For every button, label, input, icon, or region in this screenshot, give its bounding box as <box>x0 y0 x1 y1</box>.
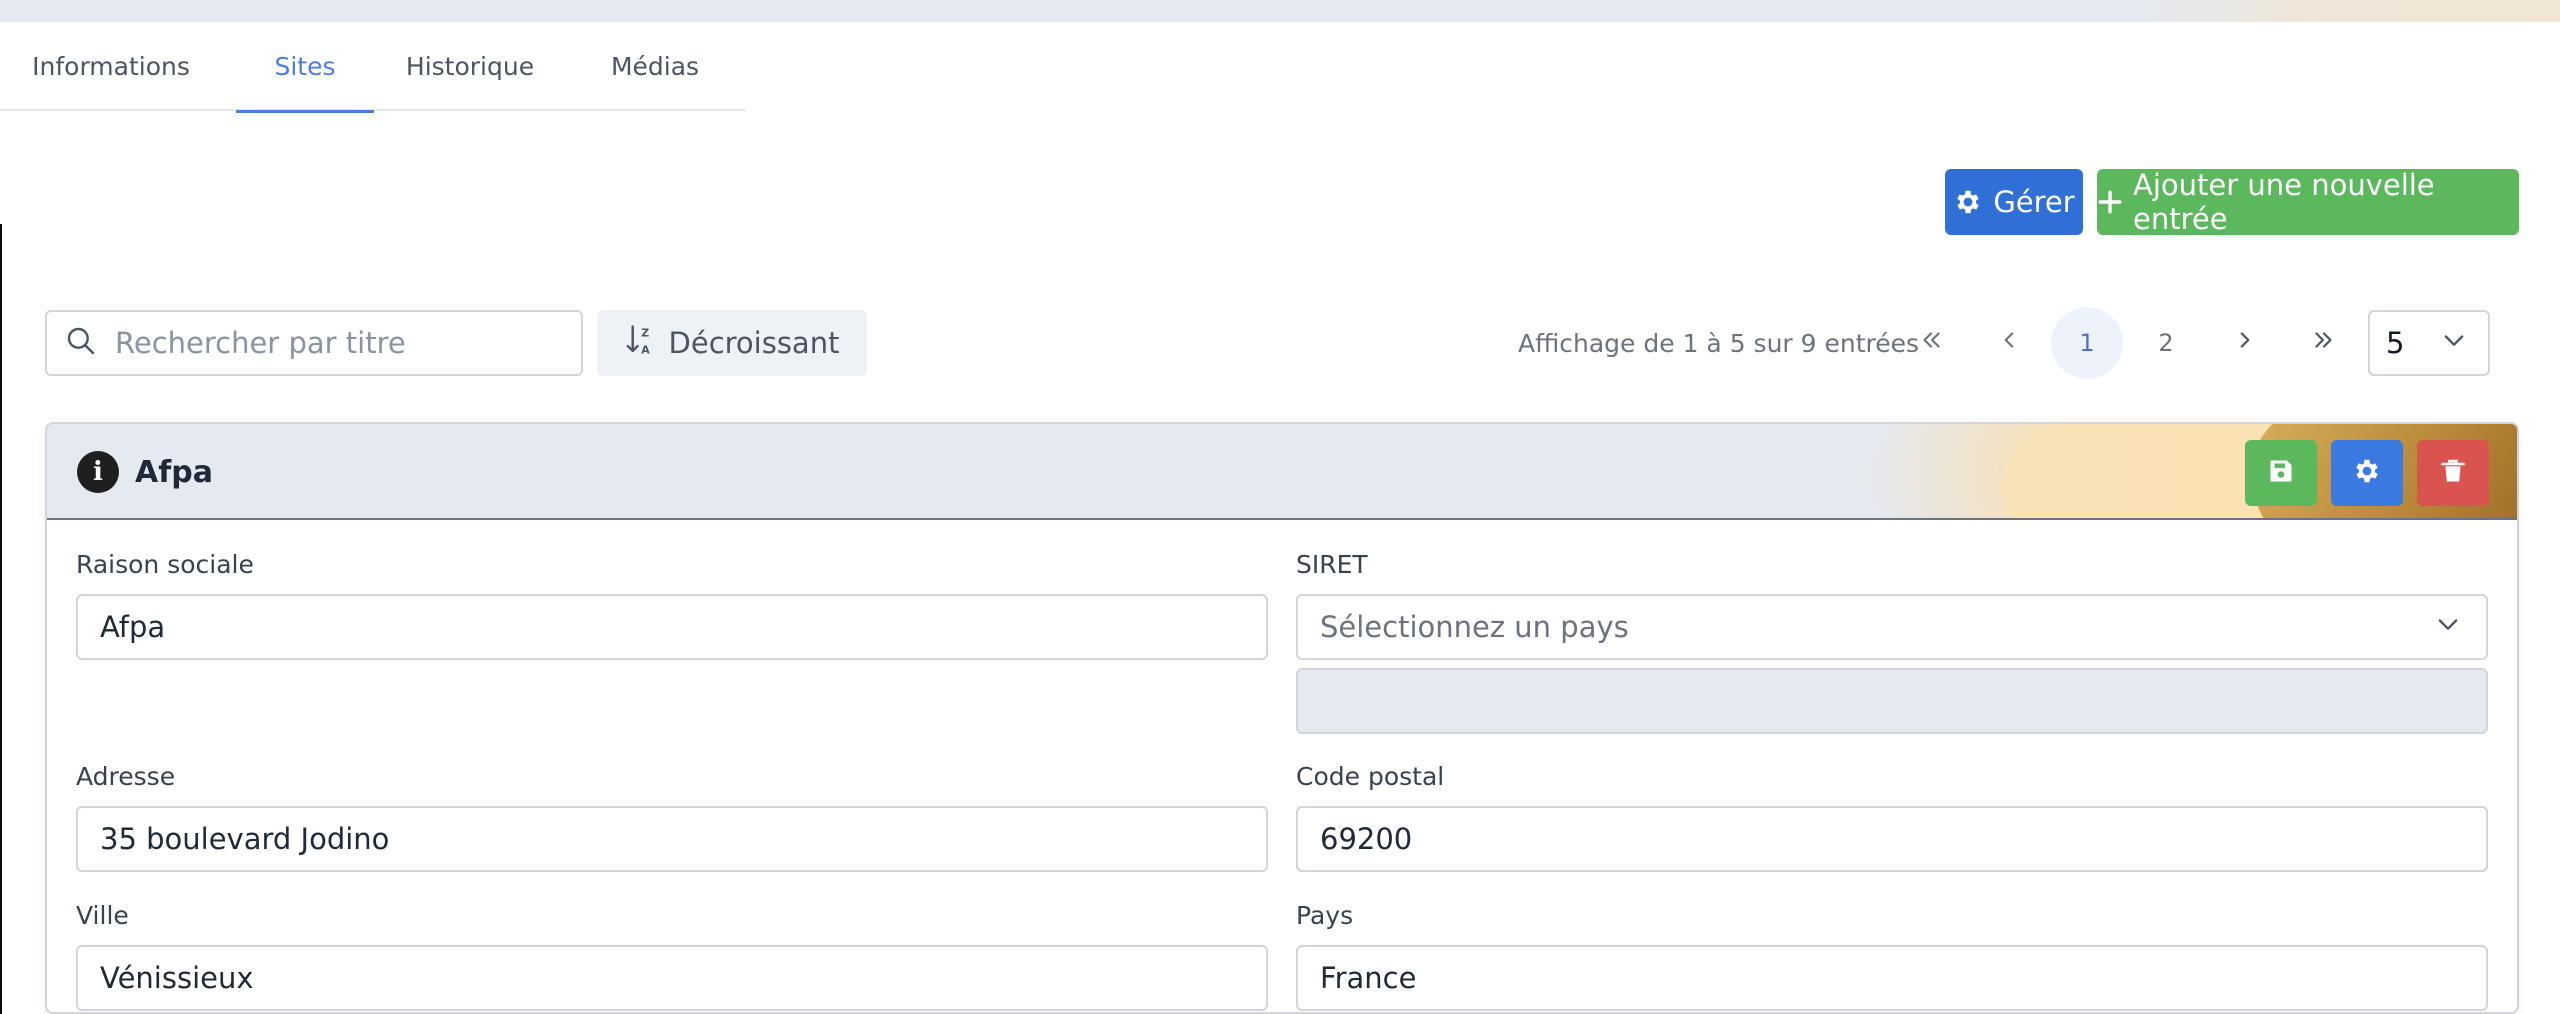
search-icon <box>65 325 97 361</box>
search-input[interactable] <box>115 326 555 360</box>
add-entry-button[interactable]: Ajouter une nouvelle entrée <box>2097 168 2519 236</box>
next-page-button[interactable] <box>2209 307 2281 379</box>
sort-order-label: Décroissant <box>668 326 840 360</box>
save-button[interactable] <box>2245 440 2317 506</box>
siret-input <box>1296 668 2488 734</box>
chevron-down-icon <box>2434 610 2462 645</box>
raison-sociale-label: Raison sociale <box>76 550 254 579</box>
save-icon <box>2267 457 2295 489</box>
pays-input[interactable]: France <box>1296 945 2488 1011</box>
delete-button[interactable] <box>2417 440 2489 506</box>
info-icon: i <box>77 451 119 493</box>
double-chevron-right-icon <box>2311 327 2337 359</box>
code-postal-input[interactable]: 69200 <box>1296 806 2488 872</box>
site-card-title: i Afpa <box>77 424 213 518</box>
double-chevron-left-icon <box>1918 327 1944 359</box>
pays-label: Pays <box>1296 901 1354 930</box>
adresse-input[interactable]: 35 boulevard Jodino <box>76 806 1268 872</box>
siret-label: SIRET <box>1296 550 1368 579</box>
manage-button-label: Gérer <box>1993 185 2075 219</box>
settings-button[interactable] <box>2331 440 2403 506</box>
sort-order-button[interactable]: ZA Décroissant <box>597 310 867 376</box>
gear-icon <box>2352 456 2382 490</box>
banner-decoration <box>2140 0 2560 22</box>
code-postal-label: Code postal <box>1296 762 1445 791</box>
per-page-select[interactable]: 5 <box>2368 310 2490 376</box>
add-entry-button-label: Ajouter une nouvelle entrée <box>2133 168 2435 236</box>
gear-icon <box>1953 187 1983 217</box>
svg-text:A: A <box>641 343 650 356</box>
tab-medias[interactable]: Médias <box>596 22 714 111</box>
manage-button[interactable]: Gérer <box>1945 169 2083 235</box>
last-page-button[interactable] <box>2288 307 2360 379</box>
page-2-button[interactable]: 2 <box>2130 307 2202 379</box>
ville-input[interactable]: Vénissieux <box>76 945 1268 1011</box>
per-page-value: 5 <box>2386 326 2405 360</box>
raison-sociale-input[interactable]: Afpa <box>76 594 1268 660</box>
svg-text:Z: Z <box>641 326 649 339</box>
chevron-down-icon <box>2440 326 2468 361</box>
country-select-placeholder: Sélectionnez un pays <box>1320 610 1629 644</box>
tab-historique[interactable]: Historique <box>392 22 548 111</box>
left-edge-line <box>0 224 2 1014</box>
tab-sites[interactable]: Sites <box>236 22 374 113</box>
chevron-left-icon <box>1996 327 2022 359</box>
first-page-button[interactable] <box>1895 307 1967 379</box>
tab-bar: Informations Sites Historique Médias <box>0 22 746 113</box>
tab-informations[interactable]: Informations <box>18 22 204 111</box>
pagination-info: Affichage de 1 à 5 sur 9 entrées <box>1518 328 1920 358</box>
site-name: Afpa <box>135 454 213 490</box>
search-box <box>45 310 583 376</box>
adresse-label: Adresse <box>76 762 176 791</box>
page-1-button[interactable]: 1 <box>2051 307 2123 379</box>
plus-icon <box>2097 189 2123 215</box>
chevron-right-icon <box>2232 327 2258 359</box>
ville-label: Ville <box>76 901 129 930</box>
site-card-header: i Afpa <box>47 424 2517 520</box>
top-banner-strip <box>0 0 2560 22</box>
country-select[interactable]: Sélectionnez un pays <box>1296 594 2488 660</box>
sort-descending-icon: ZA <box>625 323 655 364</box>
site-card: i Afpa Raison sociale Afpa SIRET Sélecti… <box>45 422 2519 1014</box>
previous-page-button[interactable] <box>1973 307 2045 379</box>
trash-icon <box>2439 457 2467 489</box>
